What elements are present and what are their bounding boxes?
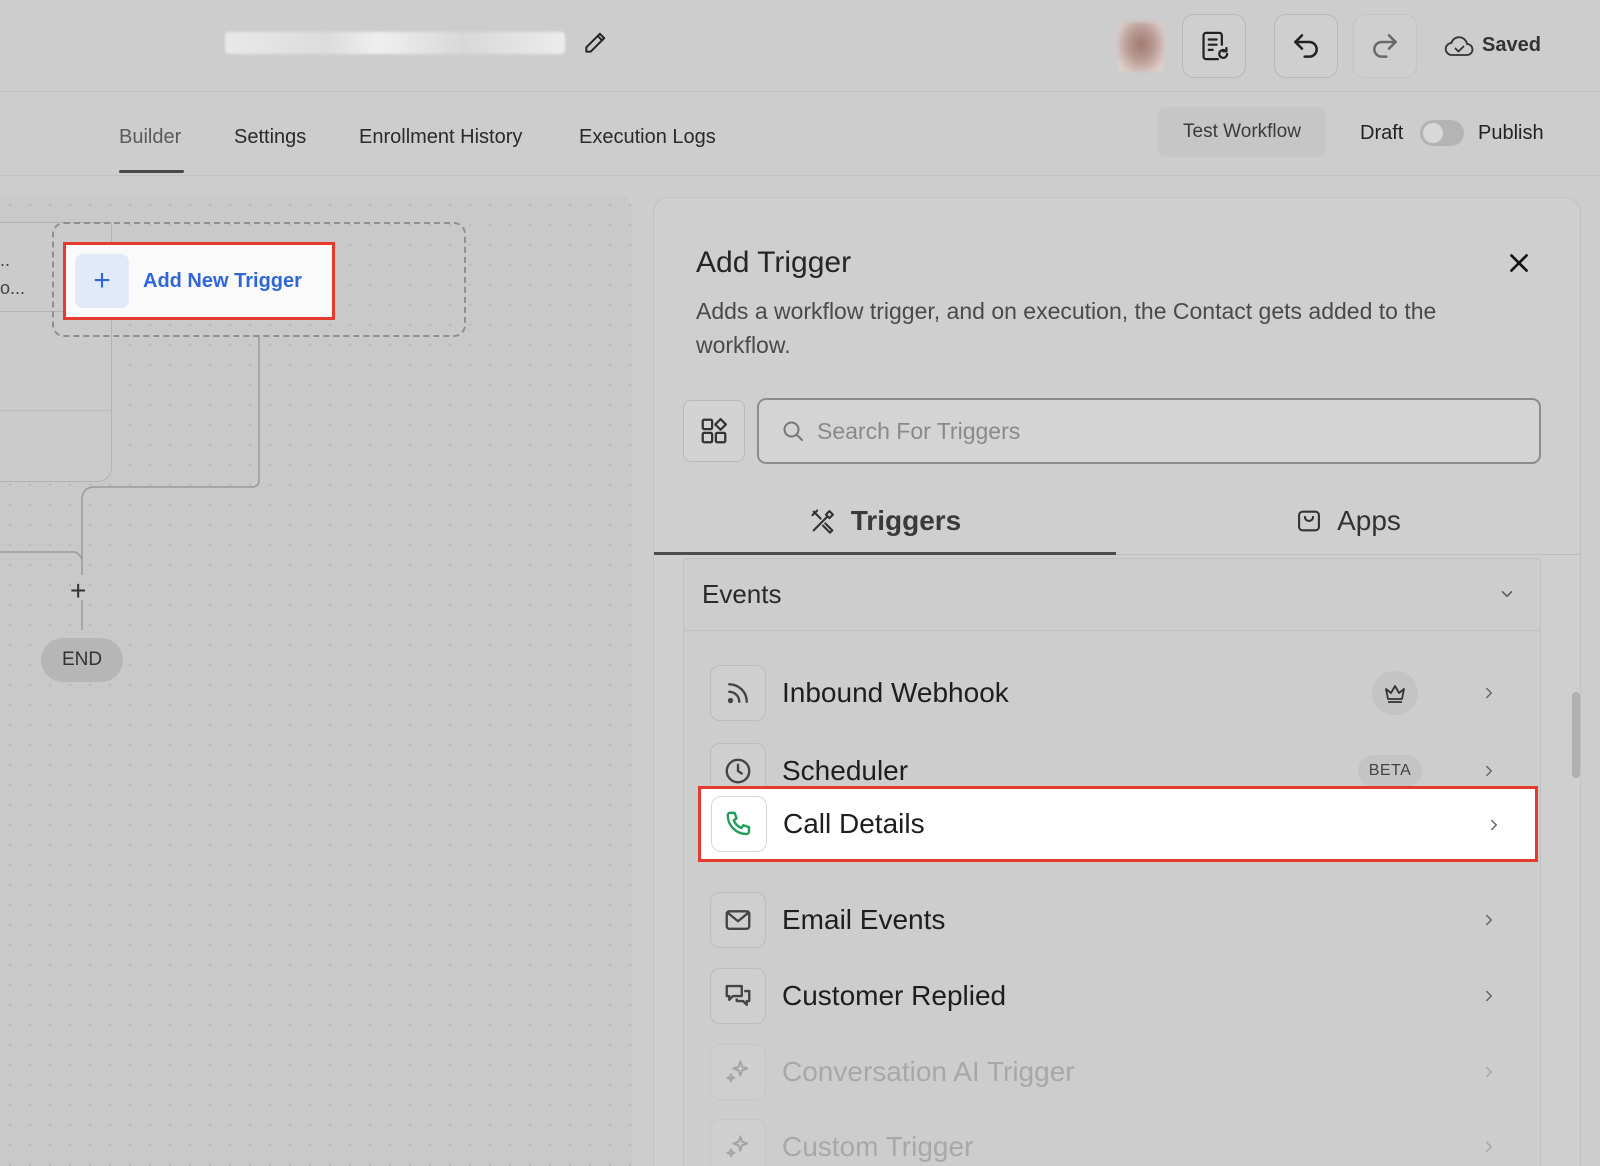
add-new-trigger-label: Add New Trigger [143, 269, 302, 292]
add-new-trigger-button[interactable]: + Add New Trigger [63, 242, 335, 320]
sparkle-icon [710, 1044, 766, 1100]
premium-badge [1372, 671, 1418, 715]
chevron-right-icon [1486, 765, 1492, 777]
workflow-nav: Builder Settings Enrollment History Exec… [0, 92, 1600, 176]
trigger-item-label: Custom Trigger [782, 1131, 974, 1162]
add-step-plus-icon[interactable]: + [70, 575, 86, 607]
tab-execution-logs[interactable]: Execution Logs [579, 126, 716, 149]
trigger-item-label: Email Events [782, 904, 946, 935]
undo-icon [1294, 34, 1318, 58]
tab-apps[interactable]: Apps [1116, 488, 1580, 554]
saved-status: Saved [1444, 34, 1541, 57]
end-node: END [41, 638, 123, 682]
tab-triggers[interactable]: Triggers [654, 488, 1116, 554]
tab-enrollment-history[interactable]: Enrollment History [359, 126, 522, 149]
plus-icon: + [75, 254, 129, 308]
search-icon [783, 421, 803, 441]
panel-scrollbar[interactable] [1572, 692, 1580, 778]
user-avatar[interactable] [1118, 22, 1164, 72]
trigger-item-call-details[interactable]: Call Details [698, 786, 1538, 862]
active-tab-indicator [119, 170, 184, 173]
redo-icon [1373, 34, 1397, 58]
sparkle-icon [710, 1119, 766, 1166]
document-refresh-icon [1202, 31, 1229, 61]
chevron-right-icon [1486, 1066, 1492, 1078]
test-workflow-button[interactable]: Test Workflow [1158, 107, 1326, 157]
chevron-right-icon [1486, 1141, 1492, 1153]
trigger-item-label: Scheduler [782, 755, 909, 786]
chevron-right-icon [1486, 990, 1492, 1002]
panel-description: Adds a workflow trigger, and on executio… [696, 298, 1437, 358]
active-tab-indicator [654, 552, 1116, 555]
app-bag-icon [1298, 510, 1321, 532]
workflow-title-redacted[interactable] [225, 32, 565, 54]
events-section: Events Inbound Webhook Scheduler BETA Ca… [683, 558, 1541, 1166]
node-truncated-text: .. o... [0, 246, 25, 302]
panel-title: Add Trigger [696, 246, 852, 279]
workflow-notes-button[interactable] [1182, 14, 1246, 78]
grid-shapes-icon [701, 418, 727, 444]
tab-apps-label: Apps [1337, 505, 1401, 536]
trigger-item-inbound-webhook[interactable]: Inbound Webhook [710, 657, 1518, 729]
mail-icon [710, 892, 766, 948]
publish-toggle[interactable] [1420, 120, 1464, 146]
tab-settings[interactable]: Settings [234, 126, 306, 149]
add-trigger-panel: Add Trigger Adds a workflow trigger, and… [653, 197, 1581, 1166]
categories-button[interactable] [683, 400, 745, 462]
search-input[interactable] [817, 417, 1517, 445]
events-section-header[interactable]: Events [684, 559, 1540, 631]
redo-button[interactable] [1353, 14, 1417, 78]
events-section-title: Events [702, 579, 782, 609]
chevron-right-icon [1486, 687, 1492, 699]
node-text-line: .. [0, 250, 11, 270]
tools-icon [811, 509, 834, 534]
pencil-icon[interactable] [582, 30, 608, 56]
crown-icon [1385, 685, 1405, 703]
connector-lines [0, 337, 260, 630]
trigger-item-customer-replied[interactable]: Customer Replied [710, 960, 1518, 1032]
chevron-down-icon [1501, 591, 1513, 597]
trigger-item-label: Call Details [783, 808, 925, 839]
chat-icon [710, 968, 766, 1024]
tab-builder[interactable]: Builder [119, 126, 181, 149]
node-text-line: o... [0, 278, 26, 298]
search-field[interactable] [757, 398, 1541, 464]
publish-label: Publish [1478, 122, 1544, 144]
chevron-right-icon [1486, 914, 1492, 926]
webhook-icon [710, 665, 766, 721]
draft-label: Draft [1360, 122, 1404, 144]
top-bar: Saved [0, 0, 1600, 92]
trigger-item-conversation-ai: Conversation AI Trigger [710, 1036, 1518, 1108]
trigger-item-custom-trigger: Custom Trigger [710, 1111, 1518, 1166]
trigger-item-email-events[interactable]: Email Events [710, 884, 1518, 956]
cloud-check-icon [1444, 35, 1474, 56]
saved-label: Saved [1482, 34, 1541, 56]
trigger-item-label: Conversation AI Trigger [782, 1056, 1075, 1087]
close-icon[interactable] [1506, 250, 1532, 276]
phone-icon [711, 796, 767, 852]
tab-triggers-label: Triggers [850, 505, 962, 536]
trigger-item-label: Inbound Webhook [782, 677, 1009, 708]
chevron-right-icon [1491, 819, 1497, 831]
undo-button[interactable] [1274, 14, 1338, 78]
trigger-item-label: Customer Replied [782, 980, 1007, 1011]
beta-badge: BETA [1358, 755, 1422, 787]
